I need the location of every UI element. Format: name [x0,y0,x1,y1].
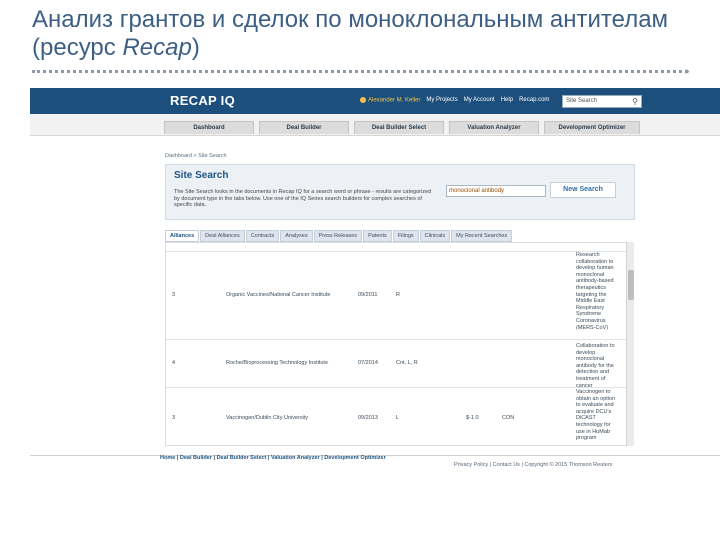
my-projects-link[interactable]: My Projects [426,97,457,103]
row-stage: Cnt, L, R [396,360,418,366]
site-search-panel: Site Search The Site Search looks in the… [165,164,635,220]
row-value: $-1.0 [466,415,479,421]
tab-dashboard[interactable]: Dashboard [164,121,254,134]
row-number: 4 [172,360,176,366]
recap-com-link[interactable]: Recap.com [519,97,549,103]
site-search-description: The Site Search looks in the documents i… [174,189,432,208]
tab-filings[interactable]: Filings [392,230,419,242]
user-link[interactable]: Alexander M. Keller [360,97,420,104]
footer-nav-links[interactable]: Home | Deal Builder | Deal Builder Selec… [160,455,386,461]
tab-clinicals[interactable]: Clinicals [419,230,451,242]
row-date: 07/2014 [358,360,378,366]
row-stage: R [396,292,400,298]
app-logo[interactable]: RECAP IQ [170,93,235,108]
results-table: 3 Organic Vaccines/National Cancer Insti… [165,242,629,446]
row-date: 09/2011 [358,292,378,298]
row-parties[interactable]: Vaccinogen/Dublin City University [226,415,308,421]
tab-deal-builder-select[interactable]: Deal Builder Select [354,121,444,134]
row-description: Research collaboration to develop human … [576,252,614,331]
slide-title: Анализ грантов и сделок по моноклональны… [32,6,692,62]
tab-alliances[interactable]: Alliances [165,230,200,242]
header-search-input[interactable]: Site Search ⚲ [562,95,642,108]
tab-deal-alliances[interactable]: Deal Alliances [200,230,245,242]
table-scrollbar[interactable] [626,242,634,446]
tab-patents[interactable]: Patents [363,230,392,242]
tab-analyses[interactable]: Analyses [280,230,313,242]
row-stage: L [396,415,400,421]
user-name: Alexander M. Keller [368,97,421,104]
divider-end-mark: » [684,66,690,77]
row-description: Collaboration to develop monoclonal anti… [576,343,615,389]
search-icon[interactable]: ⚲ [632,97,638,106]
slide-title-emphasis: Recap [122,34,192,61]
row-parties[interactable]: Roche/Bioprocessing Technology Institute [226,360,328,366]
tab-press-releases[interactable]: Press Releases [313,230,363,242]
slide-title-close: ) [191,34,200,61]
user-icon [360,97,366,103]
tab-contracts[interactable]: Contracts [245,230,280,242]
table-row[interactable]: 3 Vaccinogen/Dublin City University 09/2… [166,388,628,445]
tab-development-optimizer[interactable]: Development Optimizer [544,121,640,134]
table-row[interactable] [166,243,628,252]
title-divider [32,70,688,73]
my-account-link[interactable]: My Account [464,97,495,103]
row-parties[interactable]: Organic Vaccines/National Cancer Institu… [226,292,330,298]
scrollbar-thumb[interactable] [628,270,634,300]
row-type: CON [502,415,515,421]
tab-valuation-analyzer[interactable]: Valuation Analyzer [449,121,539,134]
help-link[interactable]: Help [501,97,513,103]
row-number: 3 [172,415,176,421]
table-row[interactable]: 3 Organic Vaccines/National Cancer Insti… [166,252,628,340]
new-search-button[interactable]: New Search [550,182,616,198]
tab-my-recent-searches[interactable]: My Recent Searches [451,230,513,242]
breadcrumb[interactable]: Dashboard > Site Search [165,153,227,159]
table-row[interactable]: 4 Roche/Bioprocessing Technology Institu… [166,340,628,389]
row-date: 09/2013 [358,415,378,421]
site-search-input[interactable]: monoclonal antibody [446,185,546,197]
footer-legal-links[interactable]: Privacy Policy | Contact Us | Copyright … [454,462,612,468]
tab-deal-builder[interactable]: Deal Builder [259,121,349,134]
top-bar: RECAP IQ Alexander M. Keller My Projects… [30,88,720,114]
site-search-title: Site Search [174,170,229,181]
header-links: Alexander M. Keller My Projects My Accou… [360,97,549,104]
row-description: Vaccinogen to obtain an option to evalua… [576,389,616,442]
result-tabs: Alliances Deal Alliances Contracts Analy… [165,230,665,242]
main-nav: Dashboard Deal Builder Deal Builder Sele… [30,114,720,136]
row-number: 3 [172,292,176,298]
recap-app-screenshot: RECAP IQ Alexander M. Keller My Projects… [30,88,720,470]
header-search-placeholder: Site Search [566,98,598,104]
